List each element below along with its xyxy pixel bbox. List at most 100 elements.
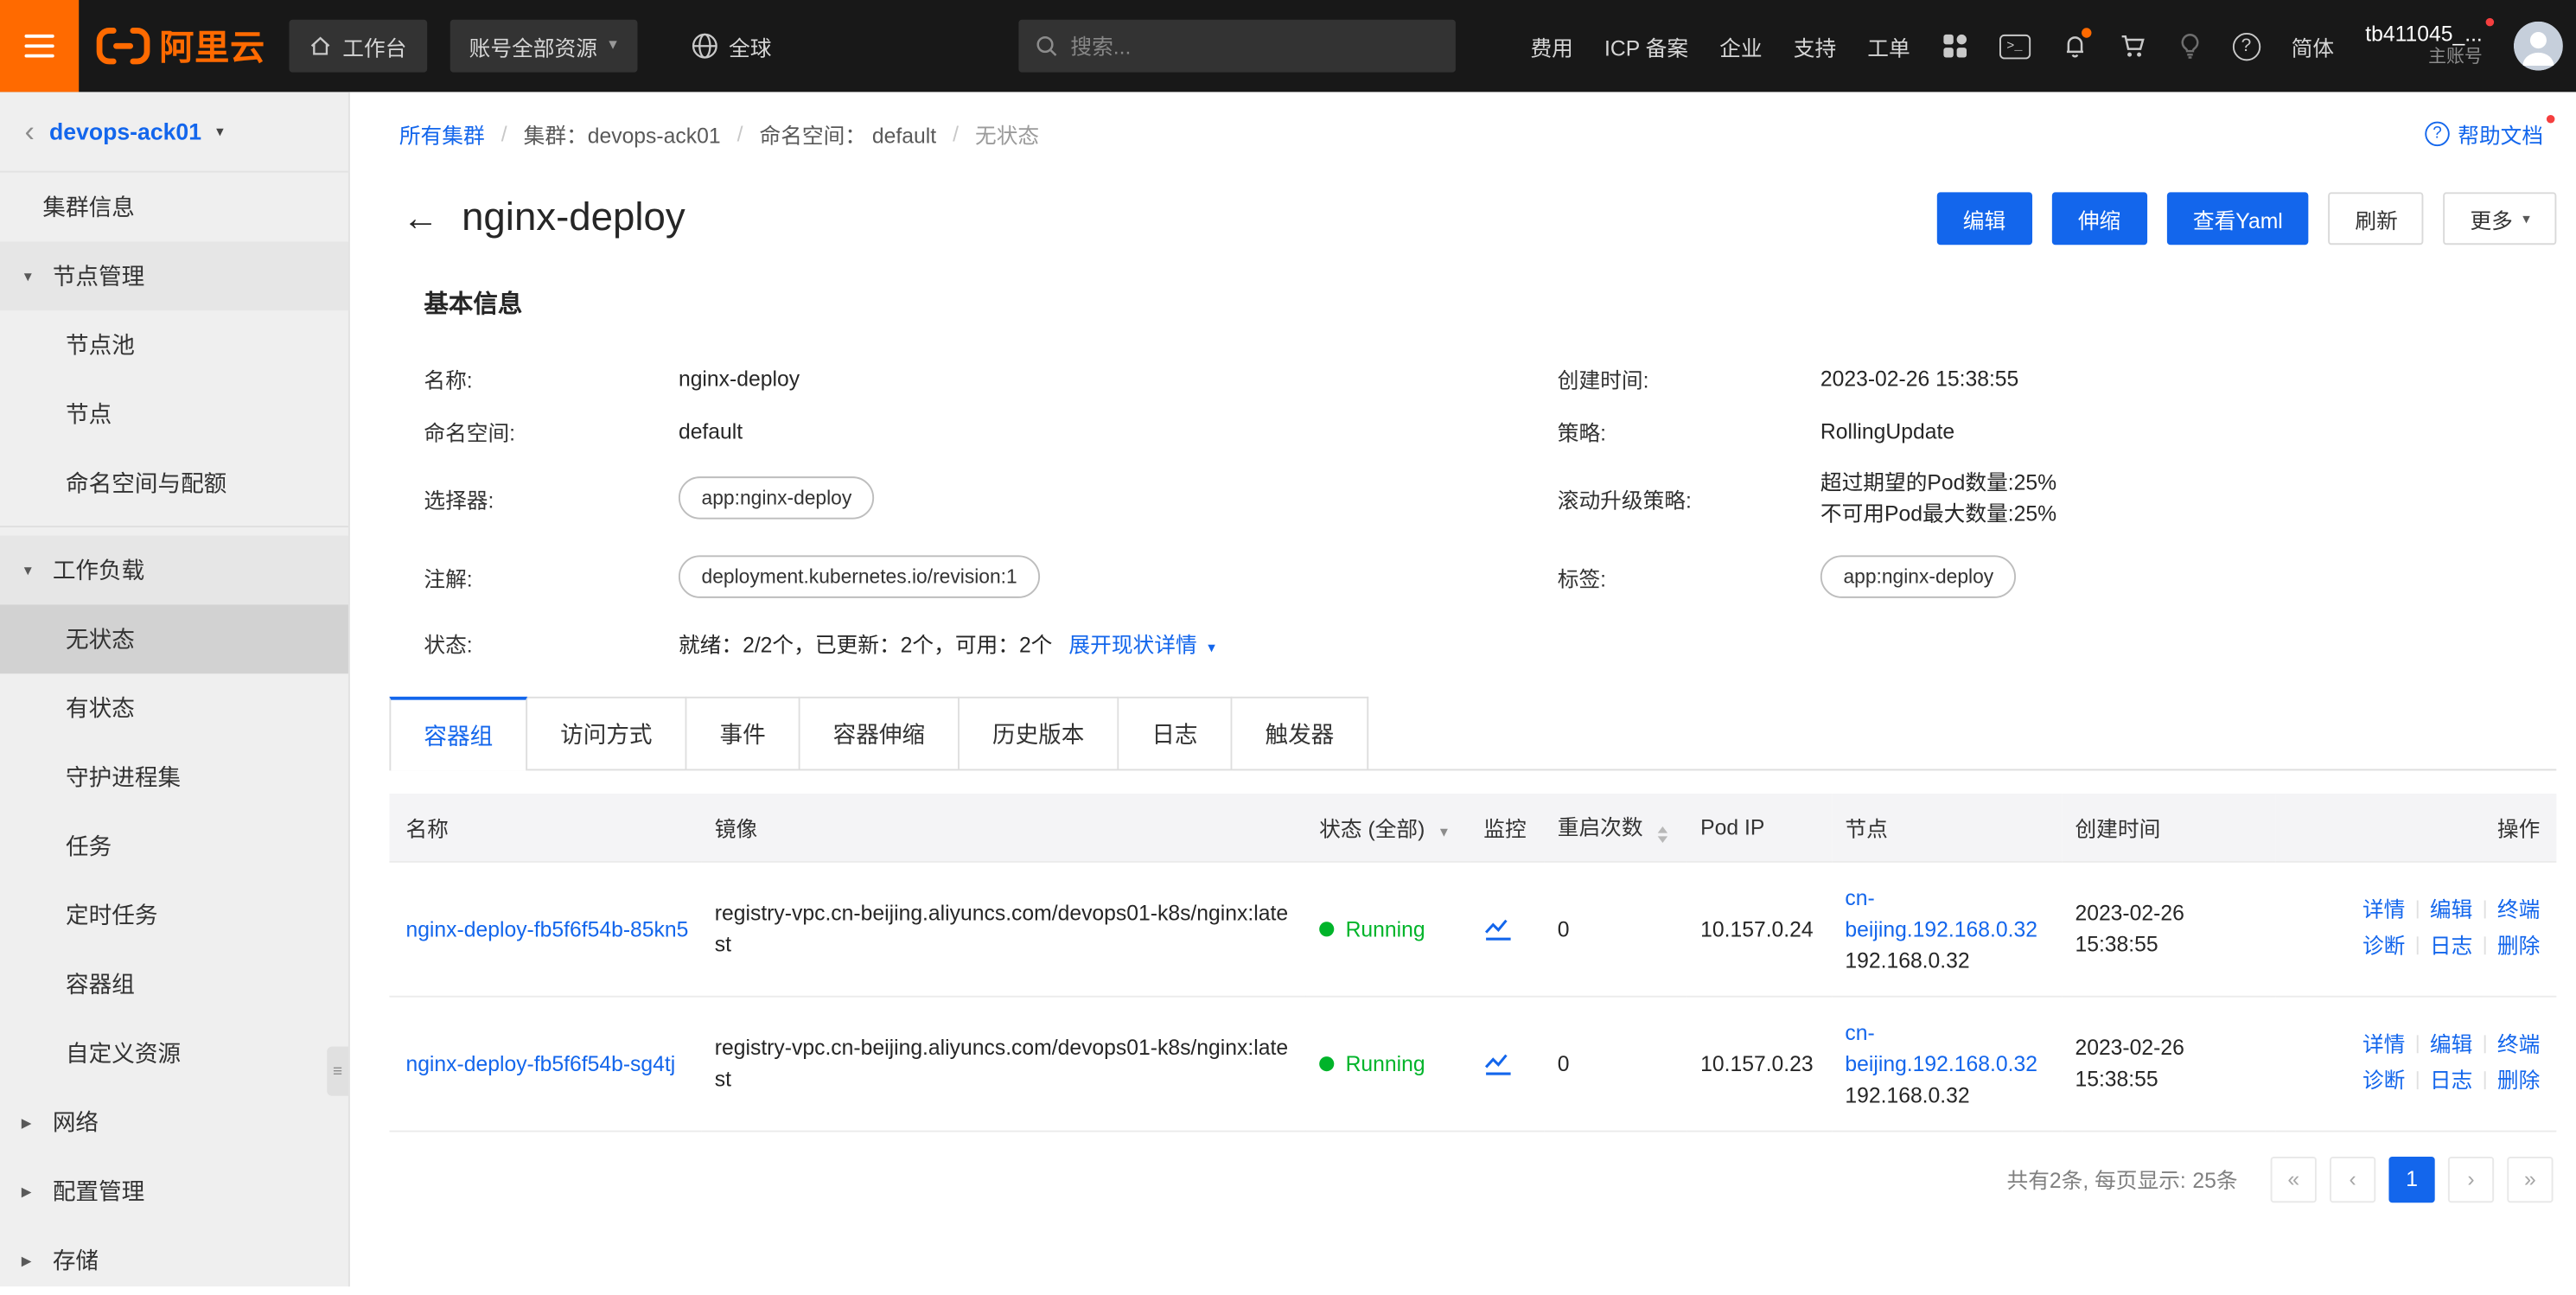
resource-scope-dropdown[interactable]: 账号全部资源 ▾ [450, 20, 637, 73]
language-switcher[interactable]: 简体 [2292, 30, 2334, 61]
expand-status-link[interactable]: 展开现状详情 ▾ [1068, 627, 1215, 658]
tab-events[interactable]: 事件 [686, 697, 800, 769]
view-yaml-button[interactable]: 查看Yaml [2166, 192, 2309, 245]
sidebar-group-network[interactable]: ▶ 网络 [0, 1088, 348, 1157]
sidebar-item-custom-resources[interactable]: 自定义资源 [0, 1018, 348, 1088]
refresh-button[interactable]: 刷新 [2329, 192, 2424, 245]
sidebar-group-config-management[interactable]: ▶ 配置管理 [0, 1157, 348, 1226]
lightbulb-icon[interactable] [2178, 33, 2202, 59]
sidebar-group-storage[interactable]: ▶ 存储 [0, 1226, 348, 1295]
prev-page-button[interactable]: ‹ [2330, 1156, 2375, 1202]
nav-icp[interactable]: ICP 备案 [1604, 30, 1688, 61]
nav-enterprise[interactable]: 企业 [1719, 30, 1762, 61]
sidebar-group-label: 工作负载 [53, 554, 144, 587]
expand-status-label: 展开现状详情 [1068, 632, 1196, 657]
workbench-label: 工作台 [342, 30, 406, 61]
breadcrumb-cluster[interactable]: 集群：devops-ack01 [524, 118, 721, 149]
tab-pods[interactable]: 容器组 [389, 697, 527, 771]
sidebar-item-statefulsets[interactable]: 有状态 [0, 673, 348, 743]
divider [2417, 1071, 2419, 1089]
scale-button[interactable]: 伸缩 [2051, 192, 2146, 245]
breadcrumb-all-clusters[interactable]: 所有集群 [399, 118, 485, 149]
sidebar-item-node-pools[interactable]: 节点池 [0, 310, 348, 380]
basic-info-left: 名称: nginx-deploy 命名空间: default 选择器: app:… [424, 356, 1557, 672]
sidebar-item-namespaces-quotas[interactable]: 命名空间与配额 [0, 449, 348, 518]
monitor-chart-icon[interactable] [1483, 1050, 1531, 1075]
last-page-button[interactable]: » [2507, 1156, 2553, 1202]
action-details[interactable]: 详情 [2362, 1032, 2405, 1057]
hamburger-menu-button[interactable] [0, 0, 79, 92]
action-logs[interactable]: 日志 [2430, 1068, 2472, 1093]
sidebar-item-cluster-info[interactable]: 集群信息 [0, 173, 348, 242]
sidebar-item-cronjobs[interactable]: 定时任务 [0, 881, 348, 950]
help-icon: ? [2425, 121, 2450, 146]
tab-access[interactable]: 访问方式 [527, 697, 686, 769]
sidebar-item-daemonsets[interactable]: 守护进程集 [0, 743, 348, 812]
action-diagnose[interactable]: 诊断 [2362, 934, 2405, 959]
col-status-filter[interactable]: 状态 (全部) ▼ [1306, 794, 1470, 861]
account-menu[interactable]: tb411045_... 主账号 [2365, 22, 2483, 71]
restart-count: 0 [1558, 916, 1570, 941]
tab-history[interactable]: 历史版本 [960, 697, 1119, 769]
col-restarts-label: 重启次数 [1558, 815, 1643, 840]
sidebar-collapse-handle[interactable]: ≡ [327, 1047, 348, 1096]
node-link[interactable]: cn-beijing.192.168.0.32 [1845, 882, 2049, 944]
action-delete[interactable]: 删除 [2497, 934, 2540, 959]
help-doc-link[interactable]: ? 帮助文档 [2425, 118, 2556, 149]
more-button[interactable]: 更多 ▾ [2444, 192, 2556, 245]
page-size-value[interactable]: 25条 [2192, 1164, 2237, 1195]
caret-collapsed-icon: ▶ [22, 1253, 38, 1267]
action-diagnose[interactable]: 诊断 [2362, 1068, 2405, 1093]
action-terminal[interactable]: 终端 [2497, 897, 2540, 922]
first-page-button[interactable]: « [2271, 1156, 2317, 1202]
console-page: 阿里云 工作台 账号全部资源 ▾ 全球 费用 ICP 备案 [0, 0, 2576, 1286]
help-icon[interactable]: ? [2232, 32, 2260, 60]
breadcrumb-namespace[interactable]: 命名空间： default [759, 118, 936, 149]
pod-name-link[interactable]: nginx-deploy-fb5f6f54b-85kn5 [405, 916, 688, 941]
divider [0, 526, 348, 527]
action-delete[interactable]: 删除 [2497, 1068, 2540, 1093]
notification-bell-icon[interactable] [2062, 33, 2088, 59]
next-page-button[interactable]: › [2448, 1156, 2494, 1202]
selector-tag: app:nginx-deploy [679, 476, 875, 519]
tab-logs[interactable]: 日志 [1119, 697, 1232, 769]
tab-triggers[interactable]: 触发器 [1232, 697, 1368, 769]
monitor-chart-icon[interactable] [1483, 916, 1531, 941]
page-number-button[interactable]: 1 [2388, 1156, 2434, 1202]
sidebar-item-deployments[interactable]: 无状态 [0, 604, 348, 673]
action-details[interactable]: 详情 [2362, 897, 2405, 922]
global-search [1018, 20, 1456, 73]
back-chevron-icon[interactable]: ‹ [25, 117, 35, 146]
tab-scaling[interactable]: 容器伸缩 [800, 697, 960, 769]
action-logs[interactable]: 日志 [2430, 934, 2472, 959]
region-selector[interactable]: 全球 [689, 30, 771, 61]
cart-icon[interactable] [2119, 33, 2146, 59]
sidebar-item-nodes[interactable]: 节点 [0, 380, 348, 449]
cluster-switcher[interactable]: ‹ devops-ack01 ▾ [0, 92, 348, 172]
alibaba-cloud-logo[interactable]: 阿里云 [95, 22, 265, 71]
sidebar-item-jobs[interactable]: 任务 [0, 812, 348, 881]
sidebar-group-workloads[interactable]: ▼ 工作负载 [0, 536, 348, 605]
col-restarts-sort[interactable]: 重启次数 [1545, 794, 1687, 861]
cloudshell-icon[interactable]: >_ [1999, 34, 2030, 59]
workbench-button[interactable]: 工作台 [289, 20, 427, 73]
pod-name-link[interactable]: nginx-deploy-fb5f6f54b-sg4tj [405, 1050, 675, 1075]
node-link[interactable]: cn-beijing.192.168.0.32 [1845, 1017, 2049, 1079]
nav-support[interactable]: 支持 [1794, 30, 1836, 61]
sidebar-group-node-management[interactable]: ▼ 节点管理 [0, 241, 348, 310]
action-edit[interactable]: 编辑 [2430, 897, 2472, 922]
action-edit[interactable]: 编辑 [2430, 1032, 2472, 1057]
search-input[interactable] [1070, 34, 1438, 59]
nav-tickets[interactable]: 工单 [1867, 30, 1910, 61]
col-pod-ip: Pod IP [1687, 794, 1832, 861]
pod-image: registry-vpc.cn-beijing.aliyuncs.com/dev… [715, 1035, 1288, 1091]
app-grid-icon[interactable] [1942, 33, 1967, 59]
sort-icon [1657, 826, 1667, 843]
edit-button[interactable]: 编辑 [1936, 192, 2031, 245]
sidebar-item-pods[interactable]: 容器组 [0, 950, 348, 1019]
back-arrow-icon[interactable]: ← [403, 201, 439, 237]
page-title: nginx-deploy [462, 195, 685, 241]
avatar[interactable] [2514, 22, 2563, 71]
action-terminal[interactable]: 终端 [2497, 1032, 2540, 1057]
nav-billing[interactable]: 费用 [1530, 30, 1572, 61]
